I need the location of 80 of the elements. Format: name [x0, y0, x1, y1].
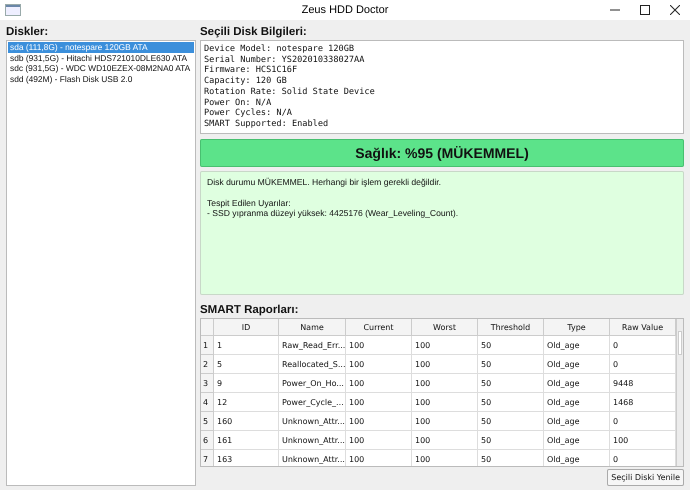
close-icon [670, 5, 680, 15]
table-cell: 50 [478, 393, 544, 412]
table-cell: 100 [346, 336, 412, 356]
smart-heading: SMART Raporları: [200, 303, 300, 318]
warning-line: - SSD yıpranma düzeyi yüksek: 4425176 (Wear_Leveling_Count). [207, 208, 460, 219]
table-cell: 100 [412, 450, 478, 466]
disks-heading: Diskler: [6, 25, 50, 40]
info-line: SMART Supported: Enabled [204, 118, 330, 130]
table-cell: 5 [214, 355, 279, 374]
disk-list-item[interactable]: sdb (931,5G) - Hitachi HDS721010DLE630 ATA [8, 52, 194, 63]
table-cell: 100 [412, 431, 478, 450]
table-cell: 100 [412, 393, 478, 412]
disk-list-item[interactable]: sdd (492M) - Flash Disk USB 2.0 [8, 74, 194, 84]
table-cell: 100 [346, 355, 412, 374]
table-cell: Unknown_Attr... [279, 450, 346, 466]
health-banner: Sağlık: %95 (MÜKEMMEL) [200, 138, 684, 167]
info-line: Rotation Rate: Solid State Device [204, 86, 376, 98]
row-header: 4 [201, 393, 214, 412]
table-cell: 100 [346, 412, 412, 432]
disk-list-item[interactable]: sdc (931,5G) - WDC WD10EZEX-08M2NA0 ATA [8, 63, 194, 74]
table-cell: 100 [412, 355, 478, 374]
row-header: 6 [201, 431, 214, 450]
table-cell: 50 [478, 450, 544, 466]
column-header[interactable]: Name [279, 319, 346, 336]
window-title: Zeus HDD Doctor [302, 4, 388, 16]
table-cell: Unknown_Attr... [279, 431, 346, 450]
table-cell: 160 [214, 412, 279, 432]
table-cell: 50 [478, 431, 544, 450]
table-cell: 161 [214, 431, 279, 450]
table-cell: 100 [346, 450, 412, 466]
warnings-heading: Tespit Edilen Uyarılar: [207, 198, 292, 208]
row-header: 3 [201, 374, 214, 394]
table-corner-header[interactable] [201, 319, 214, 336]
column-header[interactable]: Type [544, 319, 610, 336]
row-header: 5 [201, 412, 214, 432]
maximize-icon [640, 5, 650, 15]
table-cell: 50 [478, 355, 544, 374]
table-cell: 100 [346, 431, 412, 450]
info-line: Firmware: HCS1C16F [204, 65, 298, 76]
table-cell: Power_On_Ho... [279, 374, 346, 394]
info-heading: Seçili Disk Bilgileri: [200, 25, 308, 40]
vertical-scrollbar[interactable] [676, 319, 683, 466]
table-cell: 163 [214, 450, 279, 466]
table-cell: Old_age [544, 355, 610, 374]
table-cell: 100 [346, 393, 412, 412]
table-cell: 9 [214, 374, 279, 394]
table-cell: 100 [412, 374, 478, 394]
table-cell: Old_age [544, 393, 610, 412]
table-cell: Old_age [544, 374, 610, 394]
table-cell: Reallocated_S... [279, 355, 346, 374]
column-header[interactable]: Raw Value [610, 319, 676, 336]
app-icon [5, 4, 21, 16]
table-cell: Unknown_Attr... [279, 412, 346, 432]
info-line: Power On: N/A [204, 98, 272, 108]
column-header[interactable]: Threshold [478, 319, 544, 336]
column-header[interactable]: Current [346, 319, 412, 336]
table-cell: Power_Cycle_... [279, 393, 346, 412]
table-cell: 50 [478, 336, 544, 356]
table-cell: 100 [346, 374, 412, 394]
table-cell: 12 [214, 393, 279, 412]
info-line: Capacity: 120 GB [204, 76, 288, 87]
table-cell: 50 [478, 412, 544, 432]
table-cell: 100 [412, 336, 478, 356]
table-cell: Old_age [544, 336, 610, 356]
info-line: Device Model: notespare 120GB [204, 44, 356, 55]
column-header[interactable]: ID [214, 319, 279, 336]
refresh-button[interactable]: Seçili Diski Yenile [607, 469, 684, 486]
row-header: 1 [201, 336, 214, 356]
table-cell: 100 [412, 412, 478, 432]
info-line: Serial Number: YS202010338027AA [204, 54, 366, 66]
table-cell: Old_age [544, 431, 610, 450]
status-summary: Disk durumu MÜKEMMEL. Herhangi bir işlem gerekli değildir. [207, 176, 442, 188]
table-cell: Old_age [544, 412, 610, 432]
table-cell: Raw_Read_Err... [279, 336, 346, 356]
row-header: 2 [201, 355, 214, 374]
row-header: 7 [201, 450, 214, 466]
info-line: Power Cycles: N/A [204, 108, 292, 119]
table-cell: 1 [214, 336, 279, 356]
column-header[interactable]: Worst [412, 319, 478, 336]
table-cell: 50 [478, 374, 544, 394]
